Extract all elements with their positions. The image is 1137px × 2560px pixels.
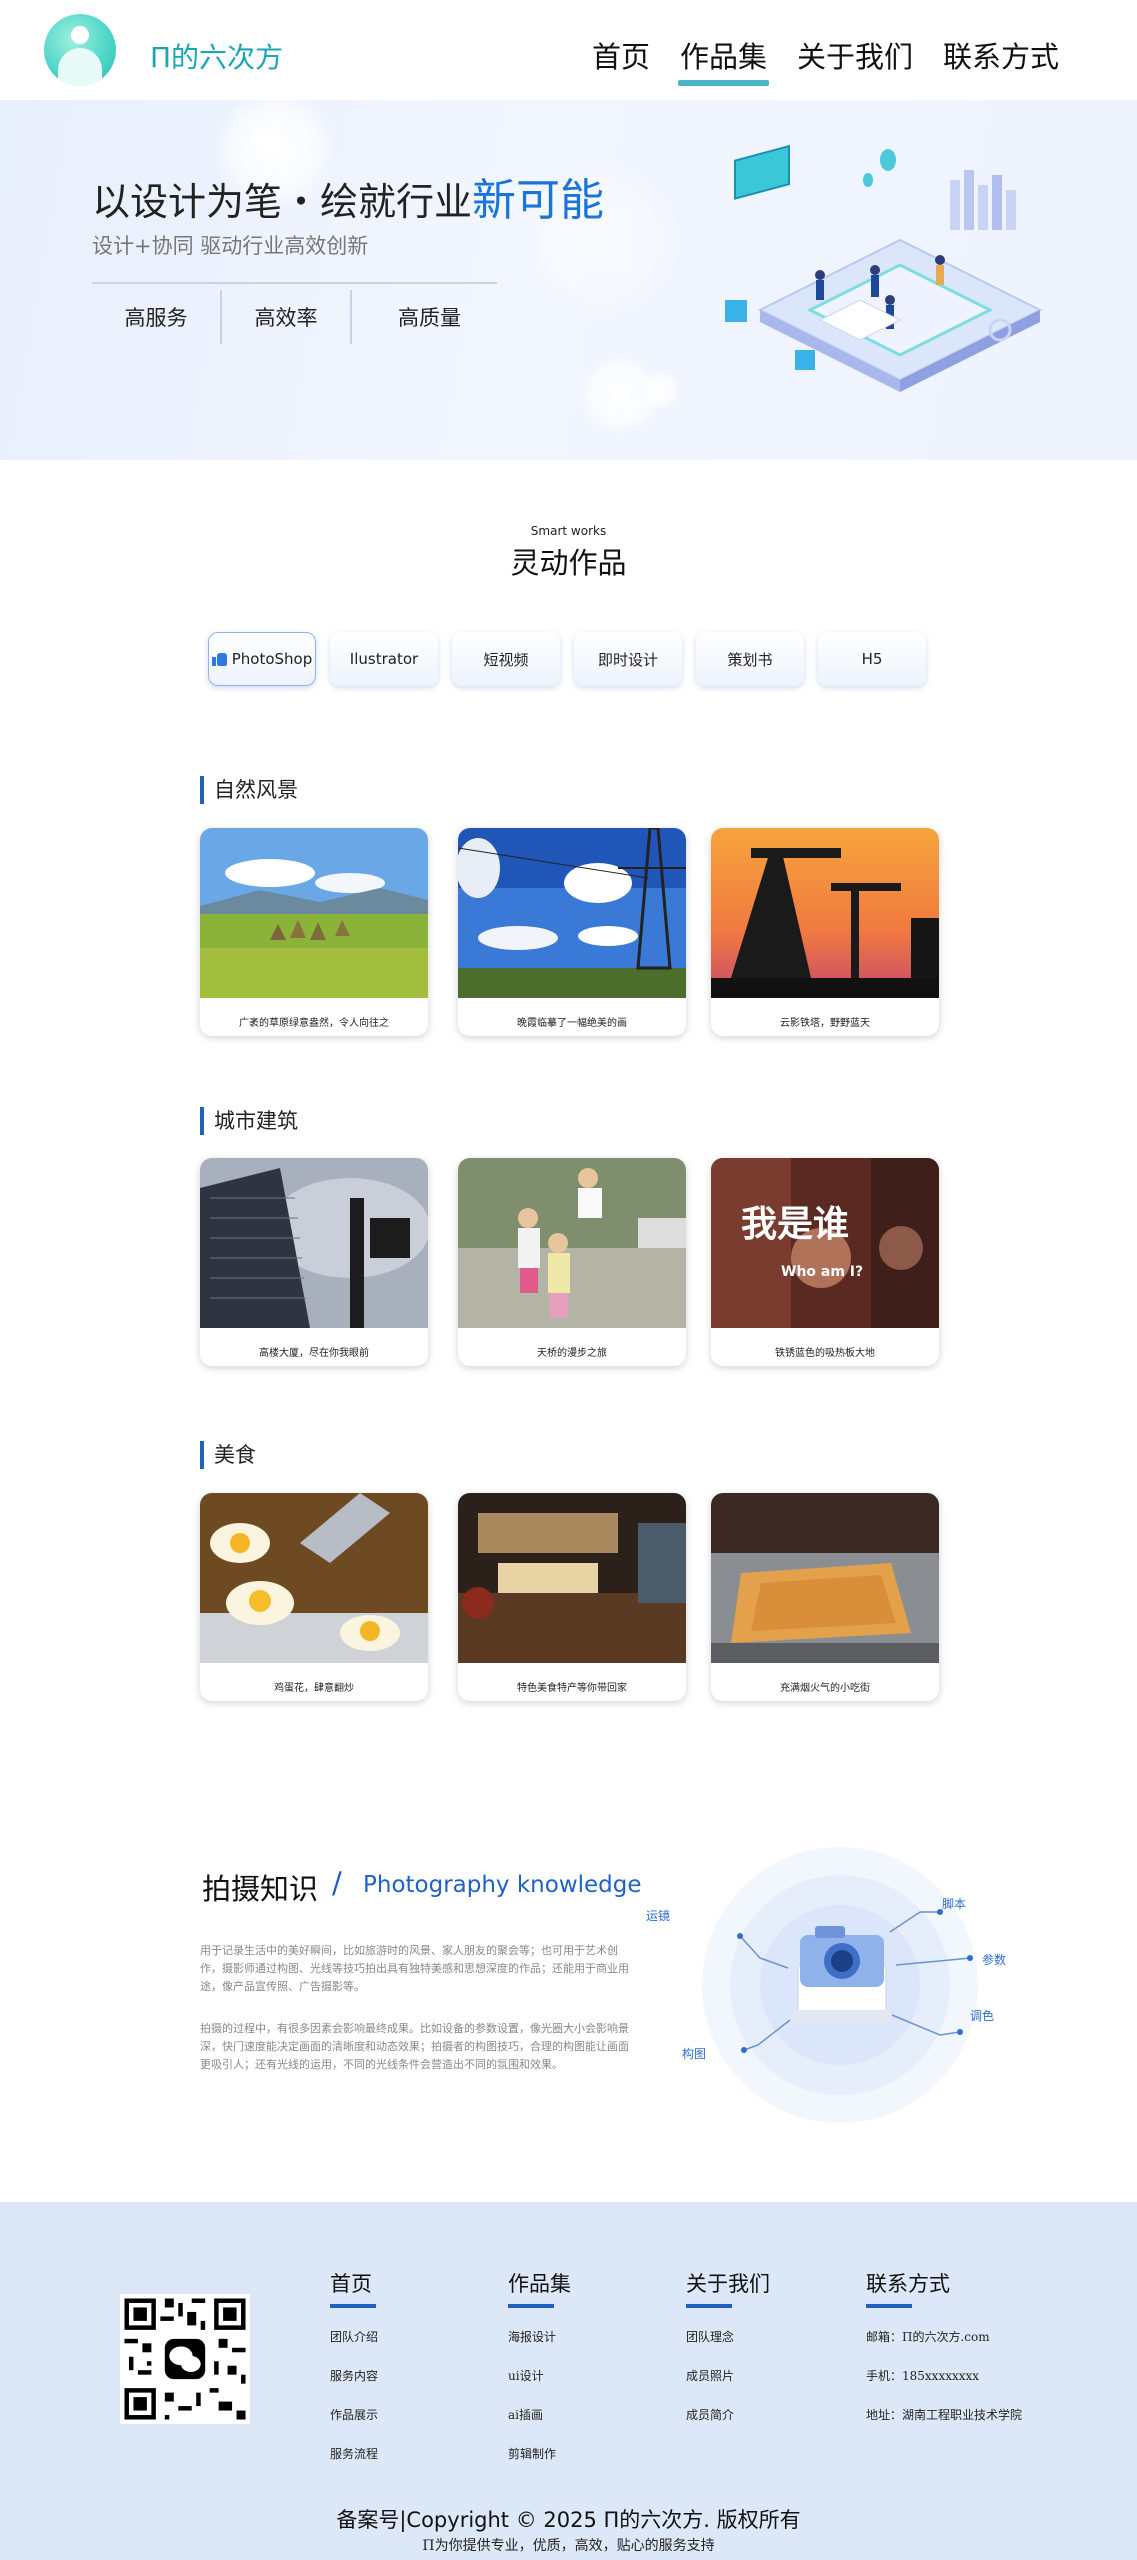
footer-link[interactable]: 团队理念 (686, 2328, 770, 2344)
copyright: 备案号|Copyright © 2025 Π的六次方. 版权所有 (336, 2508, 801, 2532)
footer-col-home: 首页 团队介绍 服务内容 作品展示 服务流程 (330, 2268, 378, 2461)
stat-quality: 高质量 (398, 306, 461, 330)
footer-link[interactable]: 海报设计 (508, 2328, 571, 2344)
card-caption: 晚霞临摹了一幅绝美的画 (517, 1017, 627, 1029)
work-card[interactable]: 充满烟火气的小吃街 (711, 1493, 939, 1701)
label-composition: 构图 (682, 2046, 706, 2061)
card-caption: 充满烟火气的小吃街 (780, 1682, 870, 1694)
nav-home[interactable]: 首页 (584, 34, 658, 86)
header: Π的六次方 首页 作品集 关于我们 联系方式 (0, 0, 1137, 100)
category-food: 美食 (200, 1441, 256, 1469)
stat-efficiency: 高效率 (222, 290, 352, 344)
tab-short-video[interactable]: 短视频 (452, 632, 560, 686)
footer-heading: 作品集 (508, 2268, 571, 2308)
footer-link[interactable]: 成员照片 (686, 2367, 770, 2383)
photo-family-walk (458, 1158, 686, 1328)
hero-banner: 以设计为笔・绘就行业新可能 设计+协同 驱动行业高效创新 高服务 高效率 高质量 (0, 100, 1137, 460)
label-script: 脚本 (942, 1896, 966, 1911)
isometric-office-illustration (725, 144, 1043, 392)
works-title-en: Smart works (530, 524, 607, 538)
work-card[interactable]: 特色美食特产等你带回家 (458, 1493, 686, 1701)
footer-link[interactable]: 剪辑制作 (508, 2445, 571, 2461)
photo-grassland (200, 828, 428, 998)
label-camera-move: 运镜 (646, 1908, 670, 1923)
contact-phone: 手机：185xxxxxxxx (866, 2369, 980, 2383)
work-card[interactable]: 广袤的草原绿意盎然，令人向往之 (200, 828, 428, 1036)
hero-title-highlight: 新可能 (472, 175, 605, 226)
card-caption: 广袤的草原绿意盎然，令人向往之 (239, 1017, 389, 1029)
knowledge-slash: / (332, 1866, 342, 1900)
footer-link[interactable]: 团队介绍 (330, 2328, 378, 2344)
knowledge-title-en: Photography knowledge (363, 1872, 642, 1898)
photo-oil-pumps-sunset (711, 828, 939, 998)
photo-movie-poster: 我是谁 Who am I? (711, 1158, 939, 1328)
photo-night-market-stall (458, 1493, 686, 1663)
hero-title: 以设计为笔・绘就行业新可能 (92, 175, 605, 226)
contact-email: 邮箱：Π的六次方.com (866, 2330, 990, 2344)
wechat-qr-code[interactable] (120, 2294, 250, 2424)
work-card[interactable]: 云影铁塔，野野蓝天 (711, 828, 939, 1036)
label-parameters: 参数 (982, 1952, 1006, 1967)
footer-link[interactable]: 服务流程 (330, 2445, 378, 2461)
category-city: 城市建筑 (200, 1107, 298, 1135)
tab-h5[interactable]: H5 (818, 632, 926, 686)
tab-illustrator[interactable]: Ilustrator (330, 632, 438, 686)
tab-photoshop[interactable]: PhotoShop (208, 632, 316, 686)
logo-icon[interactable] (44, 14, 116, 86)
footer-link[interactable]: 成员简介 (686, 2406, 770, 2422)
contact-address: 地址：湖南工程职业技术学院 (866, 2408, 1023, 2422)
works-title-cn: 灵动作品 (510, 546, 627, 580)
work-card[interactable]: 天桥的漫步之旅 (458, 1158, 686, 1366)
hero-divider (92, 282, 497, 284)
footer-link[interactable]: 作品展示 (330, 2406, 378, 2422)
thumbs-up-icon (211, 652, 228, 666)
work-card[interactable]: 鸡蛋花，肆意翻炒 (200, 1493, 428, 1701)
work-card[interactable]: 晚霞临摹了一幅绝美的画 (458, 828, 686, 1036)
tab-instant-design[interactable]: 即时设计 (574, 632, 682, 686)
hero-stats: 高服务 高效率 高质量 (92, 290, 507, 344)
card-caption: 铁锈蓝色的吸热板大地 (775, 1347, 875, 1359)
photo-street-snack (711, 1493, 939, 1663)
nav-about[interactable]: 关于我们 (789, 34, 921, 86)
camera-diagram: 脚本 运镜 参数 调色 构图 (646, 1847, 1006, 2123)
svg-text:我是谁: 我是谁 (741, 1204, 849, 1245)
nav-portfolio[interactable]: 作品集 (672, 34, 775, 86)
footer-heading: 联系方式 (866, 2268, 950, 2308)
footer-heading: 关于我们 (686, 2268, 770, 2308)
main-nav: 首页 作品集 关于我们 联系方式 (584, 34, 1067, 86)
footer-col-contact: 联系方式 邮箱：Π的六次方.com 手机：185xxxxxxxx 地址：湖南工程… (866, 2268, 1023, 2422)
label-color-grading: 调色 (970, 2009, 994, 2023)
tab-proposal[interactable]: 策划书 (696, 632, 804, 686)
photo-power-tower-sky (458, 828, 686, 998)
card-caption: 高楼大厦，尽在你我眼前 (259, 1347, 369, 1359)
nav-contact[interactable]: 联系方式 (935, 34, 1067, 86)
photo-fried-eggs (200, 1493, 428, 1663)
footer-col-portfolio: 作品集 海报设计 ui设计 ai插画 剪辑制作 (508, 2268, 571, 2461)
footer-heading: 首页 (330, 2268, 376, 2308)
photo-skyscraper (200, 1158, 428, 1328)
footer-col-about: 关于我们 团队理念 成员照片 成员简介 (686, 2268, 770, 2422)
logo-text[interactable]: Π的六次方 (150, 36, 283, 76)
knowledge-paragraph-2: 拍摄的过程中，有很多因素会影响最终成果。比如设备的参数设置，像光圈大小会影响景深… (200, 2022, 629, 2071)
card-caption: 云影铁塔，野野蓝天 (780, 1017, 870, 1029)
footer-link[interactable]: ui设计 (508, 2367, 571, 2383)
work-card[interactable]: 高楼大厦，尽在你我眼前 (200, 1158, 428, 1366)
svg-text:Who am I?: Who am I? (781, 1264, 863, 1280)
card-caption: 天桥的漫步之旅 (537, 1347, 607, 1359)
footer-link[interactable]: 服务内容 (330, 2367, 378, 2383)
category-nature: 自然风景 (200, 776, 298, 804)
footer-tagline: Π为你提供专业，优质，高效，贴心的服务支持 (422, 2538, 715, 2554)
knowledge-title: 拍摄知识 (202, 1872, 319, 1906)
work-card[interactable]: 我是谁 Who am I? 铁锈蓝色的吸热板大地 (711, 1158, 939, 1366)
knowledge-paragraph-1: 用于记录生活中的美好瞬间，比如旅游时的风景、家人朋友的聚会等；也可用于艺术创作，… (200, 1944, 629, 1993)
hero-subtitle: 设计+协同 驱动行业高效创新 (92, 234, 369, 258)
works-tabs: PhotoShop Ilustrator 短视频 即时设计 策划书 H5 (208, 632, 926, 686)
stat-service: 高服务 (92, 290, 222, 344)
card-caption: 鸡蛋花，肆意翻炒 (274, 1682, 354, 1694)
footer-link[interactable]: ai插画 (508, 2406, 571, 2422)
card-caption: 特色美食特产等你带回家 (517, 1682, 627, 1694)
